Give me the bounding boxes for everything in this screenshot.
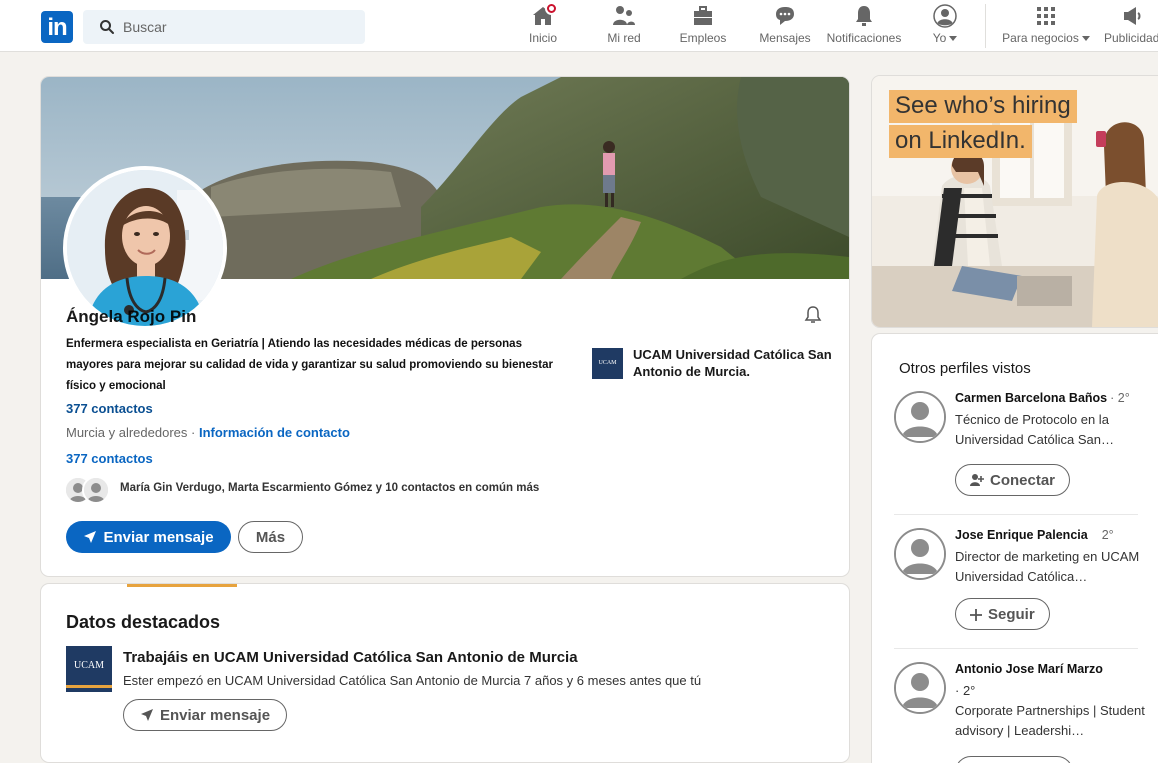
messaging-icon [773, 4, 797, 28]
nav-item-messaging[interactable]: Mensajes [757, 4, 813, 48]
send-message-label: Enviar mensaje [103, 528, 214, 546]
nav-item-jobs[interactable]: Empleos [677, 4, 729, 48]
nav-label: Publicidad [1104, 31, 1158, 45]
contact-info-link[interactable]: Información de contacto [199, 425, 350, 440]
profile-name: Carmen Barcelona Baños · 2° [955, 391, 1130, 405]
send-message-button[interactable]: Enviar mensaje [66, 521, 231, 553]
profile-headline: Corporate Partnerships | Student advisor… [955, 703, 1145, 738]
nav-label: Empleos [679, 31, 727, 45]
chevron-down-icon [1081, 36, 1090, 42]
profile-name: Ángela Rojo Pin [66, 307, 197, 326]
plus-icon [970, 608, 982, 621]
ucam-logo: UCAM [66, 646, 112, 692]
highlight-send-message-label: Enviar mensaje [159, 706, 271, 724]
notification-badge [545, 2, 558, 15]
contacts-count-link[interactable]: 377 contactos [66, 451, 153, 466]
nav-label: Yo [927, 31, 963, 45]
ad-headline: See who’s hiring on LinkedIn. [889, 90, 1077, 160]
nav-label: Notificaciones [826, 31, 902, 45]
highlight-heading: Trabajáis en UCAM Universidad Católica S… [123, 649, 578, 666]
profile-headline: Técnico de Protocolo en la Universidad C… [955, 412, 1114, 447]
search-box[interactable] [83, 10, 365, 44]
nav-item-for-business[interactable]: Para negocios [998, 4, 1094, 48]
profile-name: Jose Enrique Palencia 2° [955, 528, 1114, 542]
others-title: Otros perfiles vistos [899, 360, 1031, 377]
search-icon [100, 20, 114, 34]
connect-button[interactable]: Conectar [955, 464, 1071, 496]
mutual-avatar [82, 476, 110, 504]
location-line: Murcia y alrededores · Información de co… [66, 425, 350, 440]
highlights-title: Datos destacados [66, 612, 221, 632]
location-separator: · [187, 425, 199, 440]
people-also-viewed-card: Otros perfiles vistos Carmen Barcelona B… [872, 334, 1158, 763]
nav-item-notifications[interactable]: Notificaciones [822, 4, 906, 48]
home-icon [531, 2, 558, 28]
nav-label: Inicio [528, 31, 557, 45]
profile-avatar [894, 391, 946, 443]
chevron-down-icon [949, 36, 958, 42]
bell-icon [852, 4, 876, 28]
nav-item-me[interactable]: Yo [927, 4, 963, 48]
profile-card: Ángela Rojo Pin Enfermera especialista e… [41, 77, 849, 576]
location-text: Murcia y alrededores [66, 425, 188, 440]
profile-avatar [894, 662, 946, 714]
bell-icon[interactable] [803, 305, 823, 325]
profile-degree: · 2° [955, 683, 976, 698]
nav-item-network[interactable]: Mi red [604, 4, 644, 48]
profile-avatar[interactable] [63, 166, 227, 330]
more-button[interactable]: Más [238, 521, 303, 553]
nav-label: Para negocios [998, 31, 1094, 45]
highlight-subtext: Ester empezó en UCAM Universidad Católic… [123, 673, 702, 688]
global-nav: in Inicio Mi red Empleos Mensajes Notifi… [0, 0, 1158, 52]
nav-divider [985, 4, 986, 48]
linkedin-logo[interactable]: in [41, 11, 73, 43]
profile-headline: Director de marketing en UCAM Universida… [955, 549, 1140, 584]
highlight-send-message-button[interactable]: Enviar mensaje [123, 699, 287, 731]
ucam-logo: UCAM [592, 348, 623, 379]
divider [894, 514, 1138, 515]
highlight-accent-bar [127, 584, 237, 587]
nav-item-home[interactable]: Inicio [525, 2, 561, 48]
ad-card[interactable]: See who’s hiring on LinkedIn. [872, 76, 1158, 327]
profile-avatar [894, 528, 946, 580]
nav-item-advertise[interactable]: Publicidad [1104, 4, 1158, 48]
profile-headline: Enfermera especialista en Geriatría | At… [66, 338, 554, 392]
network-icon [612, 4, 636, 28]
connect-button[interactable] [955, 756, 1073, 763]
education-name: UCAM Universidad Católica San Antonio de… [633, 347, 832, 379]
grid-icon [1034, 4, 1058, 28]
ad-headline-line2: on LinkedIn. [889, 125, 1032, 158]
divider [894, 648, 1138, 649]
highlights-card: Datos destacados UCAM Trabajáis en UCAM … [41, 584, 849, 762]
nav-label: Mensajes [759, 31, 811, 45]
contacts-count-link[interactable]: 377 contactos [66, 401, 153, 416]
send-icon [84, 530, 97, 543]
nav-label: Mi red [607, 31, 641, 45]
avatar-icon [933, 4, 957, 28]
mutual-connections-text: María Gin Verdugo, Marta Escarmiento Góm… [120, 482, 540, 494]
ad-headline-line1: See who’s hiring [889, 90, 1077, 123]
follow-button[interactable]: Seguir [955, 598, 1050, 630]
add-person-icon [970, 473, 984, 486]
briefcase-icon [691, 4, 715, 28]
search-input[interactable] [123, 10, 353, 44]
ad-icon [1119, 4, 1143, 28]
profile-name: Antonio Jose Marí Marzo [955, 662, 1103, 676]
send-icon [140, 708, 153, 721]
